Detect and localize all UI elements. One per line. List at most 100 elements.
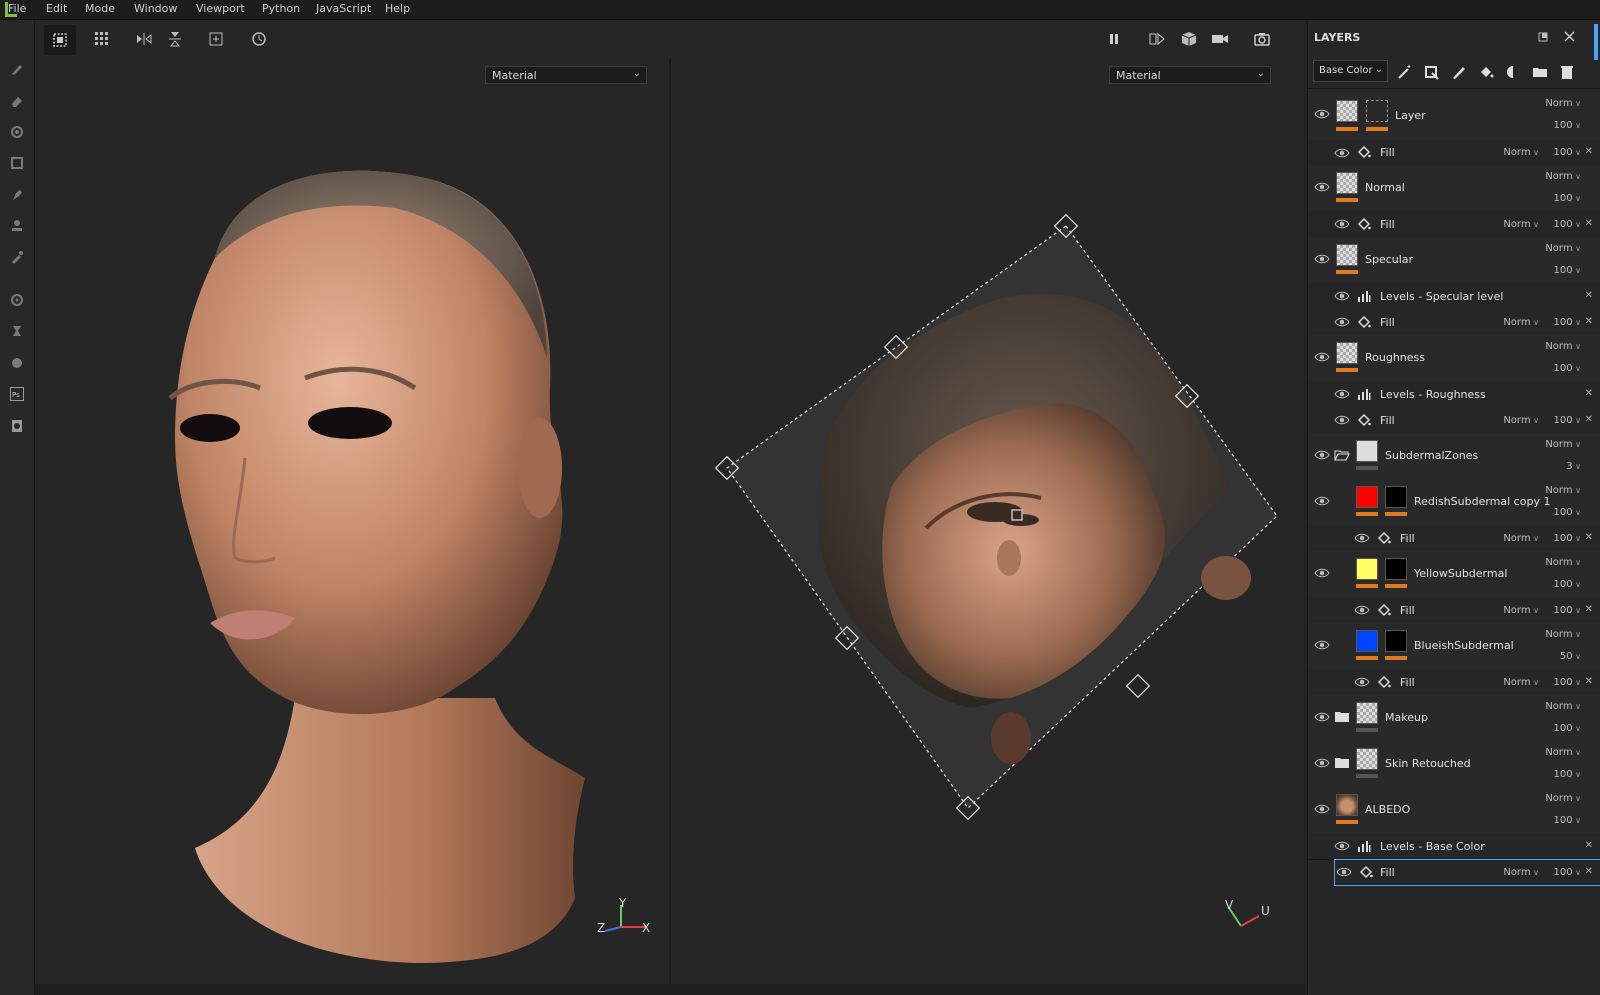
remove-effect-icon[interactable]: ✕ — [1585, 414, 1593, 425]
blend-mode-select[interactable]: Norm — [1545, 747, 1581, 758]
eye-icon[interactable] — [1314, 108, 1330, 120]
opacity-field[interactable]: 100 — [1554, 219, 1582, 230]
opacity-field[interactable]: 3 — [1566, 461, 1581, 472]
split-view-icon[interactable] — [1145, 28, 1169, 50]
export-icon[interactable] — [6, 415, 28, 437]
layer-row[interactable]: Normal Norm 100 — [1308, 165, 1600, 212]
pause-icon[interactable] — [1102, 28, 1126, 50]
color-picker-icon[interactable] — [6, 246, 28, 268]
eye-icon[interactable] — [1314, 567, 1330, 579]
remove-effect-icon[interactable]: ✕ — [1585, 866, 1593, 877]
screenshot-icon[interactable] — [1250, 28, 1274, 50]
add-icon[interactable] — [204, 28, 228, 50]
smudge-icon[interactable] — [6, 184, 28, 206]
brush-icon[interactable] — [6, 58, 28, 80]
brush-icon[interactable] — [1448, 61, 1470, 83]
layer-group-row[interactable]: SubdermalZones Norm 3 — [1308, 433, 1600, 480]
close-icon[interactable] — [1564, 31, 1575, 42]
blend-mode-select[interactable]: Norm — [1503, 867, 1539, 878]
history-icon[interactable] — [247, 28, 271, 50]
layer-group-row[interactable]: Skin Retouched Norm 100 — [1308, 741, 1600, 788]
layer-row[interactable]: Layer Norm 100 — [1308, 92, 1600, 141]
clone-stamp-icon[interactable] — [6, 215, 28, 237]
eye-icon[interactable] — [1336, 866, 1352, 878]
eye-icon[interactable] — [1314, 495, 1330, 507]
folder-open-icon[interactable] — [1334, 449, 1350, 461]
polygon-icon[interactable] — [6, 152, 28, 174]
folder-icon[interactable] — [1529, 61, 1551, 83]
blend-mode-select[interactable]: Norm — [1545, 243, 1581, 254]
layer-row[interactable]: RedishSubdermal copy 1 Norm 100 — [1308, 479, 1600, 526]
eye-icon[interactable] — [1354, 604, 1370, 616]
trash-icon[interactable] — [1556, 61, 1578, 83]
menu-window[interactable]: Window — [134, 2, 177, 15]
symmetry-y-icon[interactable] — [163, 28, 187, 50]
menu-viewport[interactable]: Viewport — [196, 2, 245, 15]
cube-icon[interactable] — [1177, 28, 1201, 50]
physics-icon[interactable] — [6, 320, 28, 342]
eye-icon[interactable] — [1314, 639, 1330, 651]
viewport-uv[interactable]: Material ⌄ V U — [671, 58, 1305, 984]
levels-effect-row[interactable]: Levels - Roughness ✕ — [1308, 381, 1600, 408]
blend-mode-select[interactable]: Norm — [1503, 415, 1539, 426]
channel-select[interactable]: Base Color ⌄ — [1313, 60, 1388, 82]
fill-effect-row[interactable]: Fill Norm 100 ✕ — [1308, 140, 1600, 166]
fill-effect-row[interactable]: Fill Norm 100 ✕ — [1308, 309, 1600, 336]
blend-mode-select[interactable]: Norm — [1503, 605, 1539, 616]
blend-mode-select[interactable]: Norm — [1545, 485, 1581, 496]
layer-row[interactable]: BlueishSubdermal Norm 50 — [1308, 623, 1600, 670]
folder-icon[interactable] — [1334, 757, 1350, 769]
eye-icon[interactable] — [1334, 414, 1350, 426]
eye-icon[interactable] — [1334, 840, 1350, 852]
eye-icon[interactable] — [1334, 147, 1350, 159]
opacity-field[interactable]: 100 — [1554, 317, 1582, 328]
layer-group-row[interactable]: Makeup Norm 100 — [1308, 695, 1600, 742]
opacity-field[interactable]: 100 — [1554, 265, 1582, 276]
adjustment-icon[interactable] — [1502, 61, 1524, 83]
blend-mode-select[interactable]: Norm — [1545, 557, 1581, 568]
uv-texture-canvas[interactable] — [671, 58, 1305, 984]
eye-icon[interactable] — [1314, 803, 1330, 815]
eye-icon[interactable] — [1314, 351, 1330, 363]
photoshop-icon[interactable]: Ps — [6, 383, 28, 405]
opacity-field[interactable]: 100 — [1554, 363, 1582, 374]
fill-effect-row[interactable]: Fill Norm 100 ✕ — [1308, 525, 1600, 552]
levels-effect-row[interactable]: Levels - Base Color ✕ — [1308, 833, 1600, 860]
opacity-field[interactable]: 100 — [1554, 120, 1582, 131]
opacity-field[interactable]: 100 — [1554, 815, 1582, 826]
eye-icon[interactable] — [1314, 711, 1330, 723]
blend-mode-select[interactable]: Norm — [1545, 341, 1581, 352]
eye-icon[interactable] — [1314, 757, 1330, 769]
eye-icon[interactable] — [1314, 449, 1330, 461]
blend-mode-select[interactable]: Norm — [1545, 98, 1581, 109]
menu-edit[interactable]: Edit — [46, 2, 67, 15]
blend-mode-select[interactable]: Norm — [1503, 317, 1539, 328]
eye-icon[interactable] — [1314, 181, 1330, 193]
remove-effect-icon[interactable]: ✕ — [1585, 146, 1593, 157]
eye-icon[interactable] — [1334, 290, 1350, 302]
fill-effect-row-selected[interactable]: Fill Norm 100 ✕ — [1334, 859, 1600, 886]
blend-mode-select[interactable]: Norm — [1503, 147, 1539, 158]
camera-icon[interactable] — [1208, 28, 1232, 50]
remove-effect-icon[interactable]: ✕ — [1585, 316, 1593, 327]
bake-icon[interactable] — [6, 289, 28, 311]
magic-wand-icon[interactable] — [1394, 61, 1416, 83]
transform-icon[interactable] — [1420, 61, 1442, 83]
opacity-field[interactable]: 100 — [1554, 605, 1582, 616]
fill-effect-row[interactable]: Fill Norm 100 ✕ — [1308, 211, 1600, 238]
remove-effect-icon[interactable]: ✕ — [1585, 290, 1593, 301]
menu-javascript[interactable]: JavaScript — [316, 2, 371, 15]
opacity-field[interactable]: 100 — [1554, 507, 1582, 518]
blend-mode-select[interactable]: Norm — [1545, 171, 1581, 182]
head-model-render[interactable] — [35, 58, 669, 984]
opacity-field[interactable]: 100 — [1554, 867, 1582, 878]
undock-icon[interactable] — [1538, 32, 1548, 42]
opacity-field[interactable]: 50 — [1560, 651, 1581, 662]
eye-icon[interactable] — [1314, 253, 1330, 265]
layer-row[interactable]: YellowSubdermal Norm 100 — [1308, 551, 1600, 598]
blend-mode-select[interactable]: Norm — [1545, 701, 1581, 712]
remove-effect-icon[interactable]: ✕ — [1585, 218, 1593, 229]
folder-icon[interactable] — [1334, 711, 1350, 723]
remove-effect-icon[interactable]: ✕ — [1585, 532, 1593, 543]
blend-mode-select[interactable]: Norm — [1503, 677, 1539, 688]
